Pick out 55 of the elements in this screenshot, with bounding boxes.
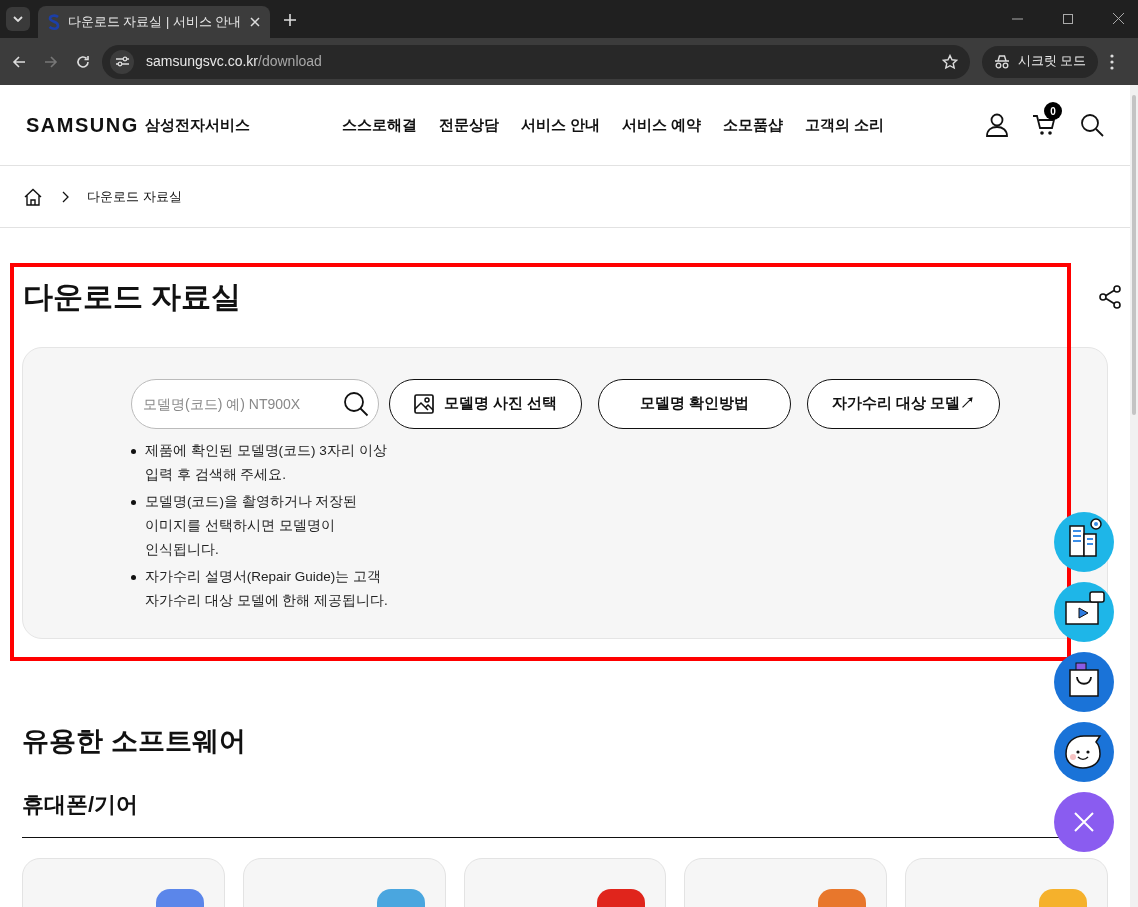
home-icon[interactable] [24, 187, 42, 206]
bullet [131, 500, 136, 505]
nav-link[interactable]: 스스로해결 [341, 113, 417, 137]
address-bar[interactable]: samsungsvc.co.kr/download [102, 44, 970, 79]
page-title: 다운로드 자료실 [23, 279, 242, 315]
bullet [131, 449, 136, 454]
model-button[interactable]: 모델명 사진 선택 [389, 379, 582, 429]
nav-link[interactable]: 서비스 안내 [520, 113, 600, 137]
star-icon[interactable] [942, 53, 958, 70]
url-text: samsungsvc.co.kr/download [146, 52, 323, 71]
user-icon[interactable] [986, 113, 1008, 137]
model-search-field[interactable]: 모델명(코드) 예) NT900X [131, 379, 379, 429]
scrollbar[interactable] [1130, 85, 1138, 907]
close-window-icon[interactable] [1113, 13, 1124, 24]
incognito-icon [994, 54, 1010, 69]
incognito-button[interactable]: 시크릿 모드 [982, 45, 1099, 78]
search-icon[interactable] [1080, 113, 1104, 137]
nav-link[interactable]: 전문상담 [438, 113, 499, 137]
menu-icon[interactable] [1110, 53, 1115, 70]
site-info-button[interactable] [110, 49, 134, 74]
nav-link[interactable]: 고객의 소리 [805, 113, 885, 137]
browser-tab[interactable]: 다운로드 자료실 | 서비스 안내 [38, 6, 270, 38]
brand-name[interactable]: 삼성전자서비스 [144, 113, 250, 137]
search-icon[interactable] [343, 391, 369, 417]
cart-icon[interactable] [1032, 114, 1056, 136]
caret-icon [13, 16, 23, 22]
section-title: 유용한 소프트웨어 [22, 725, 246, 758]
help-note: 제품에 확인된 모델명(코드) 3자리 이상 입력 후 검색해 주세요. [145, 442, 388, 484]
quick-menu-button[interactable] [1054, 652, 1114, 712]
bullet [131, 575, 136, 580]
help-note: 모델명(코드)을 촬영하거나 저장된 이미지를 선택하시면 모델명이 인식됩니다. [145, 493, 359, 559]
tab-title: 다운로드 자료실 | 서비스 안내 [68, 13, 242, 31]
nav-link[interactable]: 소모품샵 [723, 113, 784, 137]
forward-icon[interactable] [44, 54, 58, 69]
quick-menu-button[interactable] [1054, 722, 1114, 782]
samsung-logo[interactable]: SAMSUNG [26, 110, 139, 140]
chevron-icon [62, 190, 69, 203]
nav-link[interactable]: 서비스 예약 [621, 113, 702, 137]
back-icon[interactable] [12, 54, 26, 69]
tab-list-button[interactable] [6, 7, 30, 31]
reload-icon[interactable] [76, 54, 90, 69]
breadcrumb-link[interactable]: 다운로드 자료실 [87, 186, 182, 207]
model-button[interactable]: 자가수리 대상 모델↗ [807, 379, 1000, 429]
new-tab-icon[interactable] [284, 14, 296, 26]
close-icon[interactable] [250, 17, 260, 27]
image-icon [413, 394, 434, 414]
help-note: 자가수리 설명서(Repair Guide)는 고객 자가수리 대상 모델에 한해 제공됩니다. [145, 568, 389, 610]
model-button[interactable]: 모델명 확인방법 [598, 379, 791, 429]
category-title: 휴대폰/기어 [22, 790, 139, 819]
favicon-icon [48, 14, 60, 30]
maximize-icon[interactable] [1063, 14, 1073, 24]
close-menu-button[interactable] [1054, 792, 1114, 852]
share-icon[interactable] [1098, 284, 1122, 309]
cart-count: 0 [1044, 102, 1062, 120]
tune-icon [115, 56, 129, 67]
